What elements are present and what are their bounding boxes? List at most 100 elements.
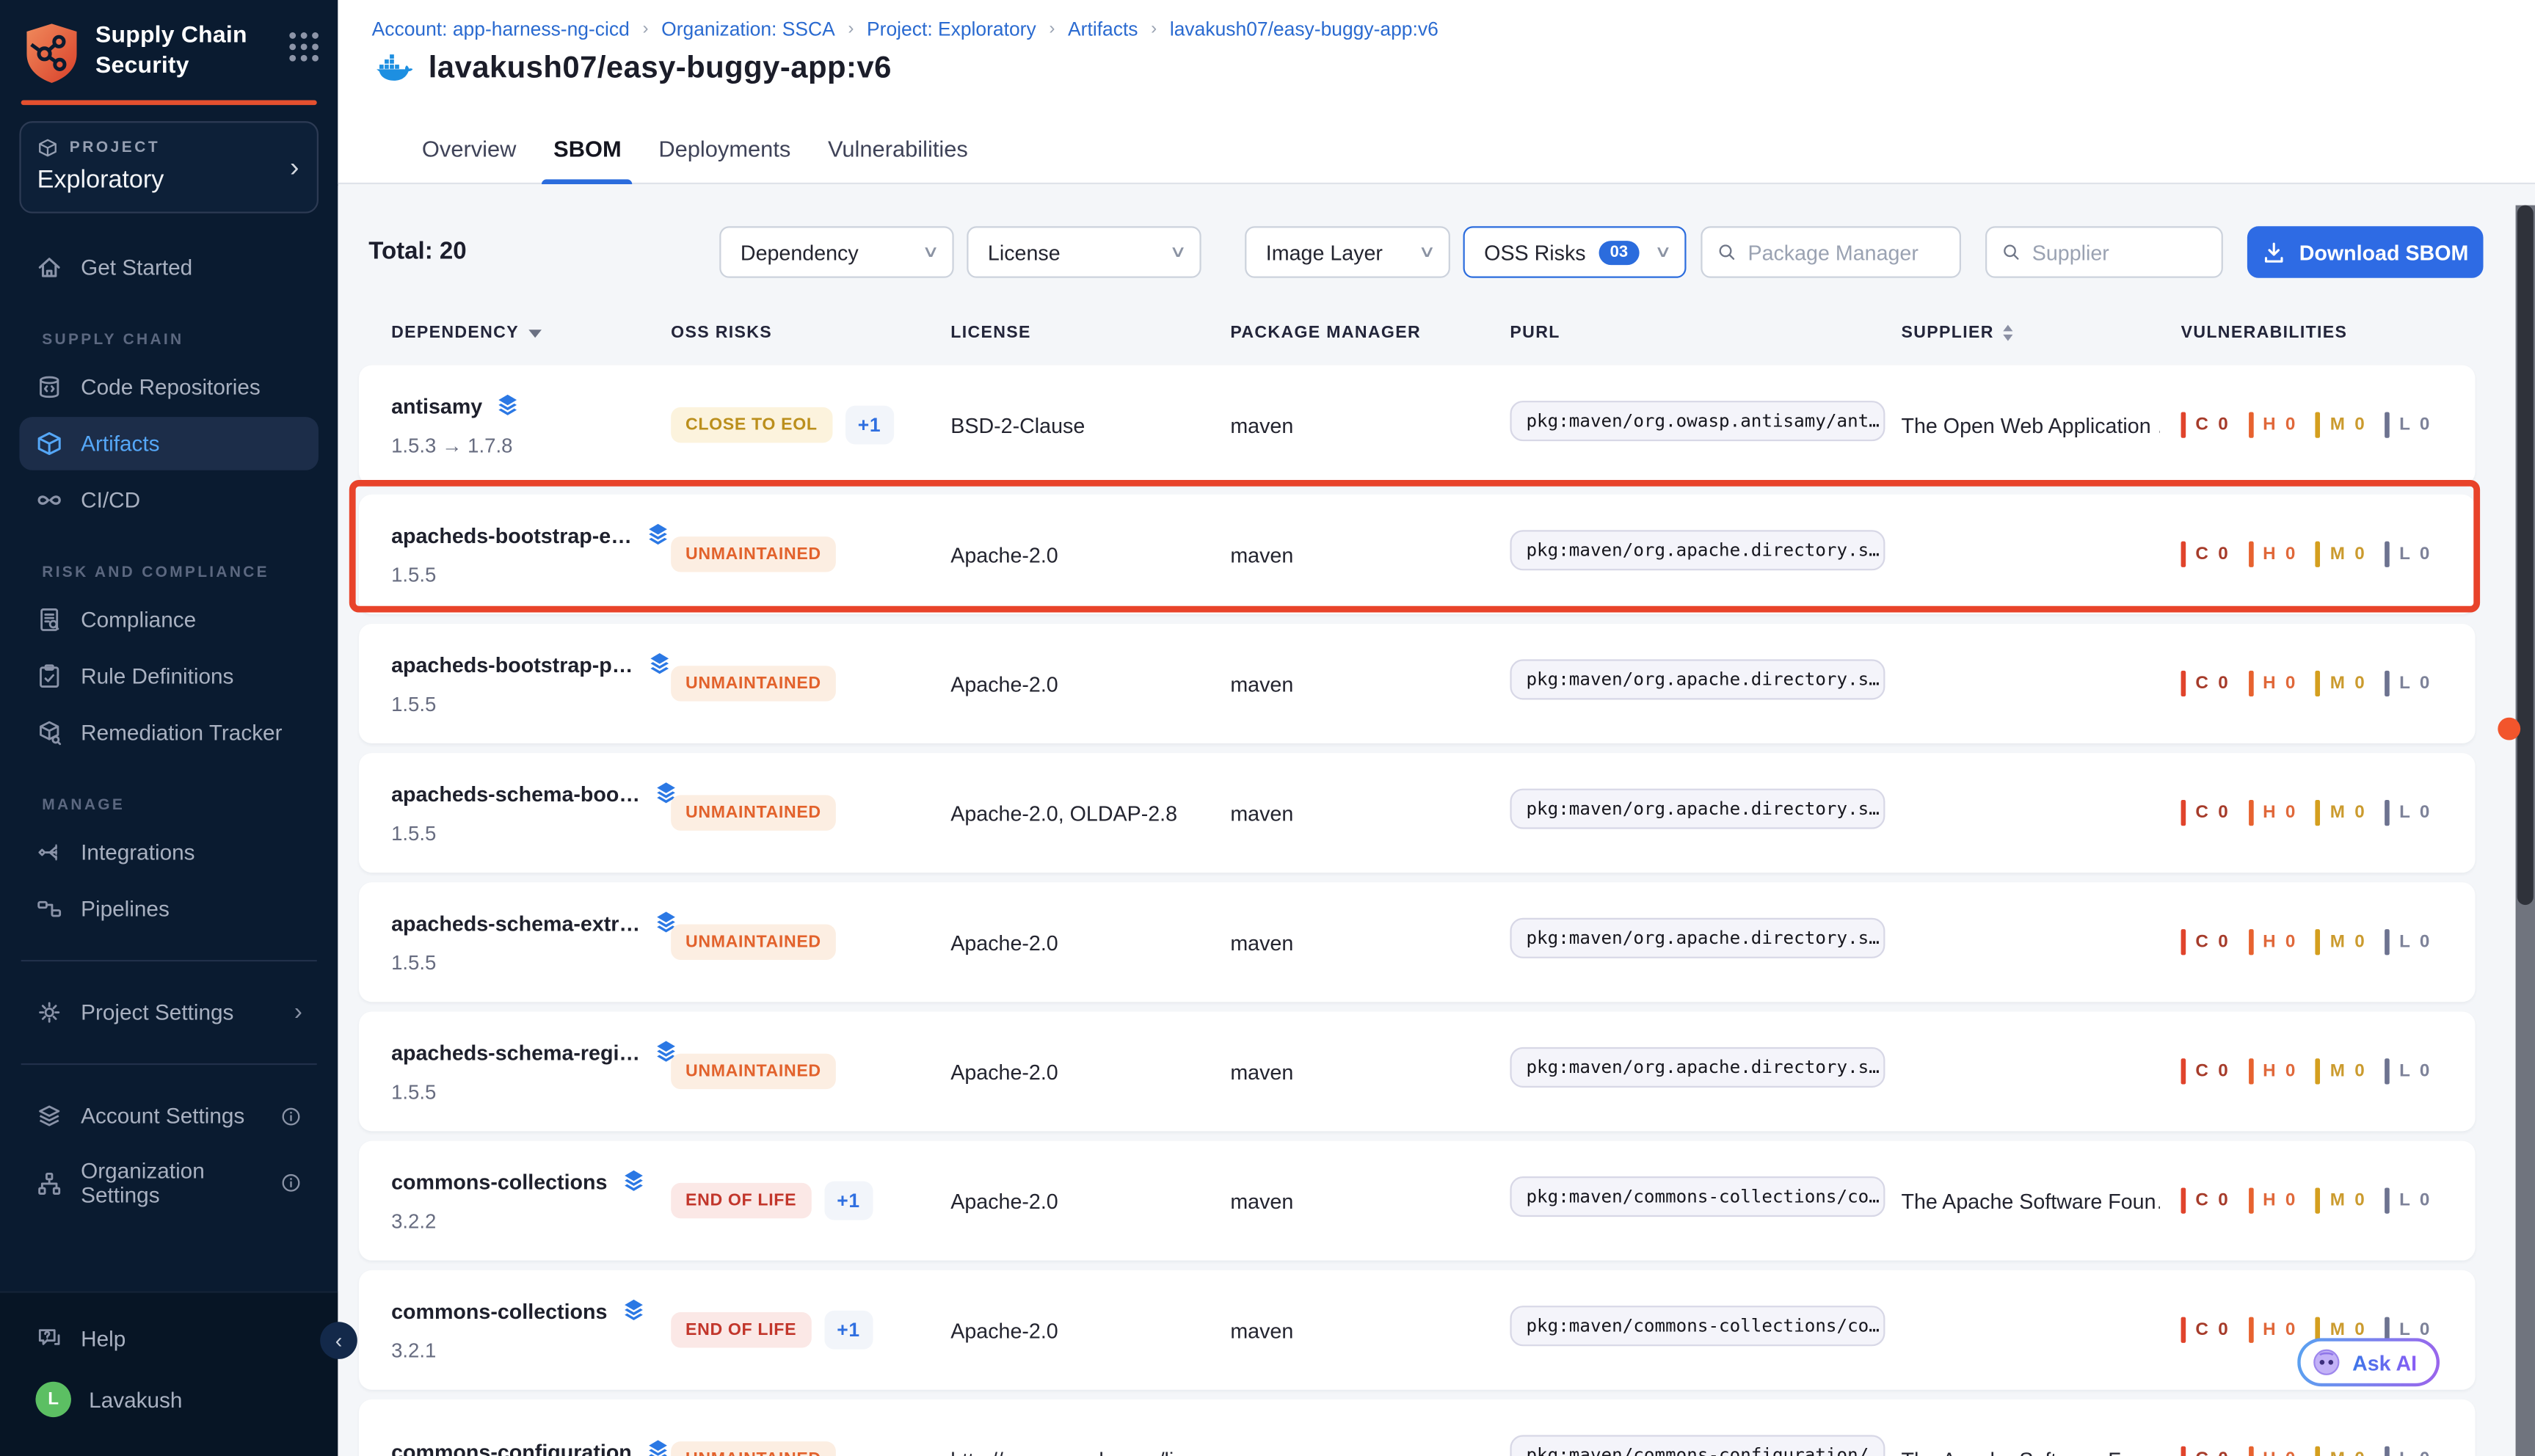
vulnerabilities-cell: C 0H 0M 0L 0 xyxy=(2181,800,2476,826)
chevron-right-icon: › xyxy=(290,151,299,183)
purl-pill[interactable]: pkg:maven/org.owasp.antisamy/ant… xyxy=(1510,401,1885,441)
notification-dot xyxy=(2498,718,2520,740)
dependency-name: apacheds-bootstrap-e… xyxy=(391,523,632,547)
table-row[interactable]: apacheds-schema-regi…1.5.5UNMAINTAINEDAp… xyxy=(359,1011,2475,1131)
table-row[interactable]: apacheds-schema-boo…1.5.5UNMAINTAINEDApa… xyxy=(359,753,2475,873)
oss-risk-badge[interactable]: +1 xyxy=(824,1311,873,1350)
purl-pill[interactable]: pkg:maven/commons-configuration/… xyxy=(1510,1435,1885,1456)
sidebar-item-project-settings[interactable]: Project Settings › xyxy=(19,986,319,1039)
purl-pill[interactable]: pkg:maven/org.apache.directory.s… xyxy=(1510,918,1885,958)
oss-risk-badge[interactable]: +1 xyxy=(824,1182,873,1220)
purl-cell: pkg:maven/org.apache.directory.s… xyxy=(1510,789,1901,837)
sidebar-divider xyxy=(21,1063,317,1065)
chevron-down-icon: ∨ xyxy=(1168,243,1186,261)
oss-risks-count-badge: 03 xyxy=(1599,240,1639,264)
vulnerability-count-L: L 0 xyxy=(2385,1446,2432,1456)
project-label: PROJECT xyxy=(70,139,161,156)
oss-risk-badge[interactable]: +1 xyxy=(845,406,894,445)
integrations-icon xyxy=(35,839,62,866)
tab-sbom[interactable]: SBOM xyxy=(553,113,622,184)
vulnerability-count-C: C 0 xyxy=(2181,1058,2230,1084)
gear-icon xyxy=(35,999,62,1026)
breadcrumb-account[interactable]: Account: app-harness-ng-cicd xyxy=(372,18,630,40)
dependency-cell: apacheds-bootstrap-p…1.5.5 xyxy=(391,651,671,716)
license-filter-dropdown[interactable]: License ∨ xyxy=(967,226,1201,277)
dependency-version: 1.5.3 → 1.7.8 xyxy=(391,434,671,457)
breadcrumb-organization[interactable]: Organization: SSCA xyxy=(661,18,835,40)
package-manager-search-input[interactable] xyxy=(1747,240,1945,264)
sidebar-item-rule-definitions[interactable]: Rule Definitions xyxy=(19,649,319,703)
sidebar-item-pipelines[interactable]: Pipelines xyxy=(19,882,319,936)
sidebar-item-cicd[interactable]: CI/CD xyxy=(19,473,319,527)
license-cell: Apache-2.0 xyxy=(950,1189,1230,1213)
column-header-license: LICENSE xyxy=(950,323,1230,342)
sidebar-collapse-button[interactable]: ‹ xyxy=(320,1322,357,1359)
vulnerability-count-M: M 0 xyxy=(2316,929,2367,955)
dependency-version: 1.5.5 xyxy=(391,952,671,975)
dependency-name: commons-configuration xyxy=(391,1439,632,1456)
table-row[interactable]: apacheds-bootstrap-p…1.5.5UNMAINTAINEDAp… xyxy=(359,624,2475,743)
purl-pill[interactable]: pkg:maven/org.apache.directory.s… xyxy=(1510,530,1885,570)
sidebar-item-account-settings[interactable]: Account Settings xyxy=(19,1089,319,1143)
table-row[interactable]: commons-configurationUNMAINTAINEDhttp://… xyxy=(359,1399,2475,1456)
purl-cell: pkg:maven/org.apache.directory.s… xyxy=(1510,918,1901,967)
scrollbar-thumb[interactable] xyxy=(2517,205,2534,905)
purl-cell: pkg:maven/org.owasp.antisamy/ant… xyxy=(1510,401,1901,449)
section-label-supply-chain: SUPPLY CHAIN xyxy=(42,331,315,349)
breadcrumb-artifacts[interactable]: Artifacts xyxy=(1068,18,1138,40)
sidebar-item-remediation-tracker[interactable]: Remediation Tracker xyxy=(19,706,319,760)
module-grid-icon[interactable] xyxy=(289,32,319,62)
project-selector[interactable]: PROJECT Exploratory › xyxy=(19,121,319,214)
sidebar-item-compliance[interactable]: Compliance xyxy=(19,593,319,647)
purl-pill[interactable]: pkg:maven/commons-collections/co… xyxy=(1510,1306,1885,1346)
license-cell: http://www.apache.org/li… xyxy=(950,1447,1230,1456)
breadcrumb-artifact-name[interactable]: lavakush07/easy-buggy-app:v6 xyxy=(1170,18,1439,40)
vulnerability-count-L: L 0 xyxy=(2385,1187,2432,1213)
column-header-dependency[interactable]: DEPENDENCY xyxy=(391,323,671,342)
oss-risks-cell: CLOSE TO EOL+1 xyxy=(671,406,950,445)
download-sbom-button[interactable]: Download SBOM xyxy=(2247,226,2484,277)
sidebar-item-organization-settings[interactable]: Organization Settings xyxy=(19,1146,319,1220)
ask-ai-button[interactable]: Ask AI xyxy=(2297,1338,2440,1386)
supplier-cell: The Apache Software Foun… xyxy=(1901,1447,2159,1456)
vulnerability-count-H: H 0 xyxy=(2248,1317,2297,1343)
purl-pill[interactable]: pkg:maven/org.apache.directory.s… xyxy=(1510,659,1885,699)
image-layer-filter-dropdown[interactable]: Image Layer ∨ xyxy=(1245,226,1450,277)
sidebar-item-integrations[interactable]: Integrations xyxy=(19,826,319,879)
vulnerability-count-H: H 0 xyxy=(2248,412,2297,438)
pipelines-icon xyxy=(35,895,62,922)
supplier-search[interactable] xyxy=(1985,226,2223,277)
user-menu[interactable]: L Lavakush xyxy=(19,1369,319,1430)
sidebar-item-get-started[interactable]: Get Started xyxy=(19,241,319,294)
table-row[interactable]: commons-collections3.2.1END OF LIFE+1Apa… xyxy=(359,1270,2475,1390)
sidebar-item-help[interactable]: Help xyxy=(19,1312,319,1366)
supplier-search-input[interactable] xyxy=(2032,240,2207,264)
purl-pill[interactable]: pkg:maven/org.apache.directory.s… xyxy=(1510,789,1885,829)
table-row[interactable]: antisamy1.5.3 → 1.7.8CLOSE TO EOL+1BSD-2… xyxy=(359,365,2475,485)
tab-overview[interactable]: Overview xyxy=(422,113,517,184)
oss-risks-filter-dropdown[interactable]: OSS Risks 03 ∨ xyxy=(1463,226,1687,277)
table-row[interactable]: commons-collections3.2.2END OF LIFE+1Apa… xyxy=(359,1141,2475,1261)
chevron-down-icon: ∨ xyxy=(921,243,939,261)
account-layers-icon xyxy=(35,1102,62,1129)
vertical-scrollbar[interactable] xyxy=(2516,205,2535,1456)
dependency-cell: commons-configuration xyxy=(391,1438,671,1456)
sidebar-item-code-repositories[interactable]: Code Repositories xyxy=(19,360,319,414)
column-header-supplier[interactable]: SUPPLIER xyxy=(1901,323,2181,342)
dependency-version: 1.5.5 xyxy=(391,823,671,845)
vulnerability-count-H: H 0 xyxy=(2248,929,2297,955)
tab-vulnerabilities[interactable]: Vulnerabilities xyxy=(828,113,968,184)
breadcrumb-separator: › xyxy=(642,19,648,38)
purl-pill[interactable]: pkg:maven/org.apache.directory.s… xyxy=(1510,1047,1885,1088)
breadcrumb-project[interactable]: Project: Exploratory xyxy=(867,18,1036,40)
tab-deployments[interactable]: Deployments xyxy=(658,113,790,184)
dependency-filter-dropdown[interactable]: Dependency ∨ xyxy=(719,226,953,277)
package-manager-cell: maven xyxy=(1230,1059,1510,1083)
sidebar-item-artifacts[interactable]: Artifacts xyxy=(19,417,319,470)
breadcrumb-separator: › xyxy=(848,19,854,38)
purl-pill[interactable]: pkg:maven/commons-collections/co… xyxy=(1510,1176,1885,1217)
table-row[interactable]: apacheds-schema-extr…1.5.5UNMAINTAINEDAp… xyxy=(359,882,2475,1002)
package-manager-search[interactable] xyxy=(1701,226,1961,277)
table-row[interactable]: apacheds-bootstrap-e…1.5.5UNMAINTAINEDAp… xyxy=(359,495,2475,614)
vulnerabilities-cell: C 0H 0M 0L 0 xyxy=(2181,1446,2476,1456)
